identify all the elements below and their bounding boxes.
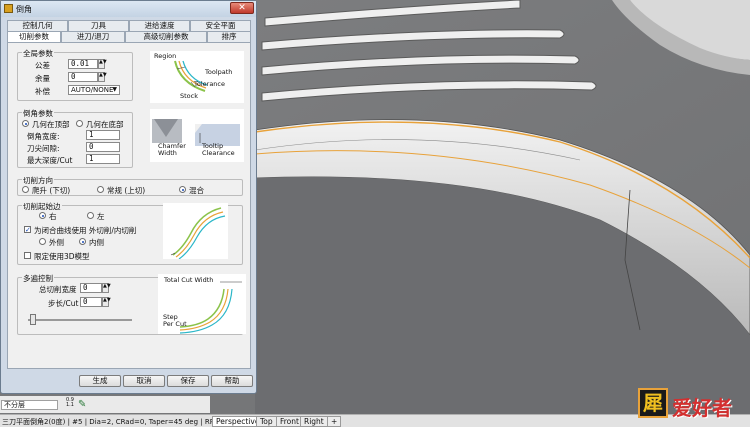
watermark-logo: 犀 爱好者 bbox=[636, 384, 748, 424]
climb-radio[interactable] bbox=[22, 186, 29, 193]
add-viewport-icon[interactable]: + bbox=[327, 416, 342, 427]
left-side-label: 左 bbox=[97, 212, 105, 221]
dialog-titlebar[interactable]: 倒角 ✕ bbox=[1, 1, 256, 17]
tolerance-diagram: Region Toolpath Tolerance Stock bbox=[150, 51, 244, 103]
compensation-select[interactable]: AUTO/NONE ▼ bbox=[68, 85, 120, 95]
tab-right[interactable]: Right bbox=[300, 416, 328, 427]
cut-parameters-panel: 全局参数 公差 0.01 ▲▼ 余量 0 ▲▼ 补偿 AUTO/NONE ▼ Re… bbox=[7, 42, 251, 369]
total-width-field[interactable]: 0 bbox=[80, 283, 102, 293]
mixed-label: 混合 bbox=[189, 186, 204, 195]
chamfer-dialog: 倒角 ✕ 控制几何 刀具 进给速度 安全平面 切削参数 进刀/退刀 高级切削参数… bbox=[0, 0, 257, 394]
tool-icon[interactable]: ✎ bbox=[78, 399, 86, 410]
logo-text: 爱好者 bbox=[672, 396, 732, 420]
layer-select[interactable]: 不分层 bbox=[1, 400, 58, 410]
max-depth-label: 最大深度/Cut bbox=[27, 156, 73, 165]
slider-track[interactable] bbox=[28, 319, 132, 321]
tab-top[interactable]: Top bbox=[256, 416, 277, 427]
help-button[interactable]: 帮助 bbox=[211, 375, 253, 387]
conventional-label: 常规 (上切) bbox=[107, 186, 146, 195]
geometry-bottom-label: 几何在底部 bbox=[86, 120, 124, 129]
step-label: 步长/Cut bbox=[48, 299, 79, 308]
max-depth-field[interactable]: 1 bbox=[86, 154, 120, 164]
total-width-label: 总切削宽度 bbox=[39, 285, 77, 294]
right-side-radio[interactable] bbox=[39, 212, 46, 219]
closed-curve-label: 为闭合曲线使用 外切削/内切削 bbox=[34, 226, 137, 235]
chamfer-width-label: 倒角宽度: bbox=[27, 132, 60, 141]
save-button[interactable]: 保存 bbox=[167, 375, 209, 387]
global-legend: 全局参数 bbox=[22, 48, 54, 59]
compensation-value: AUTO/NONE bbox=[71, 86, 114, 94]
restrict-3d-checkbox[interactable] bbox=[24, 252, 31, 259]
mixed-radio[interactable] bbox=[179, 186, 186, 193]
left-side-radio[interactable] bbox=[87, 212, 94, 219]
step-stepper[interactable]: ▲▼ bbox=[102, 297, 111, 307]
stock-stepper[interactable]: ▲▼ bbox=[98, 72, 107, 82]
step-field[interactable]: 0 bbox=[80, 297, 102, 307]
compensation-label: 补偿 bbox=[35, 87, 50, 96]
diagram-region-label: Region bbox=[154, 52, 177, 60]
tolerance-label: 公差 bbox=[35, 61, 50, 70]
chamfer-diagram: Chamfer Width Tooltip Clearance bbox=[150, 109, 244, 162]
chamfer-width-field[interactable]: 1 bbox=[86, 130, 120, 140]
start-side-diagram-art bbox=[170, 207, 226, 260]
diagram-tooltip-clearance-label: Tooltip Clearance bbox=[202, 142, 235, 157]
diagram-stock-label: Stock bbox=[180, 92, 198, 100]
logo-mark-icon: 犀 bbox=[638, 388, 668, 418]
tip-clearance-field[interactable]: 0 bbox=[86, 142, 120, 152]
inside-radio[interactable] bbox=[79, 238, 86, 245]
tolerance-stepper[interactable]: ▲▼ bbox=[98, 59, 107, 69]
layer-toolbar: 不分层 0.9 1.1 ✎ bbox=[0, 396, 210, 413]
generate-button[interactable]: 生成 bbox=[79, 375, 121, 387]
diagram-toolpath-label: Toolpath bbox=[205, 68, 233, 76]
chamfer-legend: 倒角参数 bbox=[22, 108, 54, 119]
tab-front[interactable]: Front bbox=[276, 416, 303, 427]
stock-label: 余量 bbox=[35, 74, 50, 83]
geometry-bottom-radio[interactable] bbox=[76, 120, 83, 127]
zoom-readout: 0.9 1.1 bbox=[66, 397, 74, 408]
start-side-diagram bbox=[163, 203, 228, 260]
diagram-chamfer-width-label: Chamfer Width bbox=[158, 142, 186, 157]
multipass-legend: 多遍控制 bbox=[22, 273, 54, 284]
outside-radio[interactable] bbox=[39, 238, 46, 245]
right-side-label: 右 bbox=[49, 212, 57, 221]
closed-curve-checkbox[interactable]: ✓ bbox=[24, 226, 31, 234]
tolerance-field[interactable]: 0.01 bbox=[68, 59, 98, 69]
conventional-radio[interactable] bbox=[97, 186, 104, 193]
multipass-diagram: Total Cut Width Step Per Cut bbox=[158, 274, 246, 334]
geometry-top-label: 几何在顶部 bbox=[32, 120, 70, 129]
close-button[interactable]: ✕ bbox=[230, 2, 254, 14]
climb-label: 爬升 (下切) bbox=[32, 186, 71, 195]
total-width-stepper[interactable]: ▲▼ bbox=[102, 283, 111, 293]
tip-clearance-label: 刀尖间隙: bbox=[27, 144, 60, 153]
inside-label: 内侧 bbox=[89, 238, 104, 247]
diagram-tolerance-label: Tolerance bbox=[194, 80, 225, 88]
stock-field[interactable]: 0 bbox=[68, 72, 98, 82]
restrict-3d-label: 限定使用3D模型 bbox=[34, 252, 90, 261]
chevron-down-icon: ▼ bbox=[112, 86, 117, 93]
diagram-total-cut-width-label: Total Cut Width bbox=[164, 276, 214, 284]
diagram-step-per-cut-label: Step Per Cut bbox=[163, 313, 187, 328]
cancel-button[interactable]: 取消 bbox=[123, 375, 165, 387]
dialog-title: 倒角 bbox=[16, 5, 32, 14]
slider-handle[interactable] bbox=[30, 314, 36, 325]
geometry-top-radio[interactable] bbox=[22, 120, 29, 127]
outside-label: 外侧 bbox=[49, 238, 64, 247]
app-icon bbox=[4, 4, 13, 13]
